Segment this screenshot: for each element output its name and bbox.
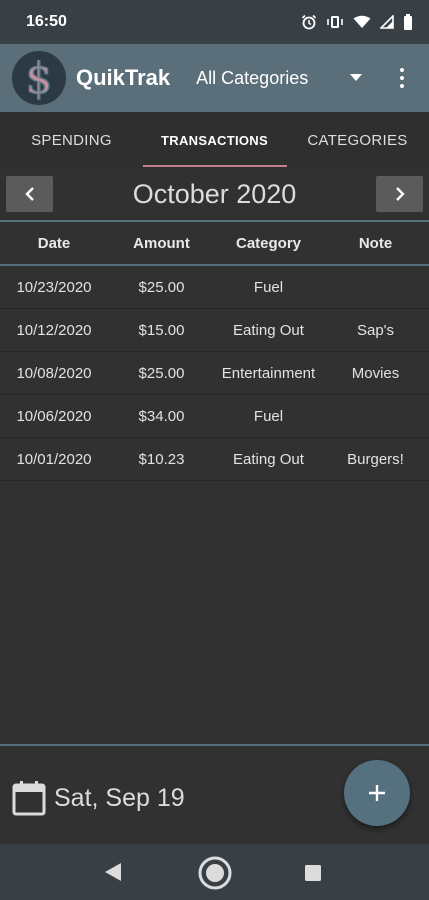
selected-date: Sat, Sep 19 (54, 783, 185, 812)
add-transaction-button[interactable] (344, 760, 410, 826)
tab-bar: SPENDING TRANSACTIONS CATEGORIES (0, 112, 429, 168)
row-category: Eating Out (233, 450, 304, 468)
battery-icon (404, 14, 412, 30)
status-bar: 16:50 (0, 0, 429, 44)
status-time: 16:50 (26, 13, 67, 30)
home-icon[interactable] (198, 856, 232, 890)
app-bar: $ QuikTrak All Categories (0, 44, 429, 112)
overflow-menu-icon[interactable] (390, 68, 414, 88)
row-category: Fuel (253, 278, 284, 296)
row-amount: $10.23 (138, 450, 185, 468)
transaction-row[interactable]: 10/08/2020 $25.00 Entertainment Movies (0, 352, 429, 395)
row-category: Eating Out (233, 321, 304, 339)
vibrate-icon (327, 16, 343, 28)
table-header: Date Amount Category Note (0, 222, 429, 264)
column-header-amount[interactable]: Amount (108, 235, 215, 252)
next-month-button[interactable] (376, 176, 423, 212)
column-header-category[interactable]: Category (215, 235, 322, 252)
row-amount: $34.00 (138, 407, 185, 425)
row-date: 10/08/2020 (16, 364, 92, 382)
row-date: 10/23/2020 (16, 278, 92, 296)
plus-icon (369, 785, 385, 801)
chevron-right-icon (395, 187, 405, 201)
category-dropdown-value: All Categories (196, 67, 309, 88)
alarm-icon (301, 14, 317, 30)
svg-text:$: $ (26, 54, 53, 103)
row-note: Burgers! (347, 450, 404, 468)
recents-icon[interactable] (304, 864, 322, 882)
status-icons (301, 14, 413, 30)
back-icon[interactable] (103, 862, 123, 882)
app-title: QuikTrak (76, 65, 171, 90)
transaction-row[interactable]: 10/23/2020 $25.00 Fuel (0, 266, 429, 309)
row-date: 10/12/2020 (16, 321, 92, 339)
dropdown-arrow-icon (350, 74, 363, 81)
row-amount: $15.00 (138, 321, 185, 339)
row-amount: $25.00 (138, 364, 185, 382)
column-header-note[interactable]: Note (322, 235, 429, 252)
row-date: 10/01/2020 (16, 450, 92, 468)
transaction-row[interactable]: 10/01/2020 $10.23 Eating Out Burgers! (0, 438, 429, 481)
chevron-left-icon (24, 187, 34, 201)
month-title: October 2020 (132, 178, 297, 209)
row-category: Entertainment (221, 364, 316, 382)
footer-bar: Sat, Sep 19 (0, 744, 429, 844)
row-date: 10/06/2020 (16, 407, 92, 425)
calendar-icon (12, 781, 46, 816)
column-header-date[interactable]: Date (0, 235, 108, 252)
previous-month-button[interactable] (6, 176, 53, 212)
row-amount: $25.00 (138, 278, 185, 296)
category-dropdown[interactable]: All Categories (196, 68, 366, 89)
signal-icon (380, 15, 394, 29)
system-nav-bar (0, 844, 429, 900)
row-note: Movies (351, 364, 400, 382)
row-note: Sap's (356, 321, 395, 339)
row-category: Fuel (253, 407, 284, 425)
dollar-logo-icon: $ (12, 51, 66, 105)
tab-spending[interactable]: SPENDING (0, 112, 143, 168)
tab-categories[interactable]: CATEGORIES (286, 112, 429, 168)
tab-transactions[interactable]: TRANSACTIONS (143, 112, 287, 168)
date-picker[interactable]: Sat, Sep 19 (12, 780, 185, 816)
transaction-list: 10/23/2020 $25.00 Fuel 10/12/2020 $15.00… (0, 266, 429, 481)
wifi-icon (353, 15, 371, 28)
month-navigator: October 2020 (0, 168, 429, 220)
transaction-row[interactable]: 10/12/2020 $15.00 Eating Out Sap's (0, 309, 429, 352)
transaction-row[interactable]: 10/06/2020 $34.00 Fuel (0, 395, 429, 438)
